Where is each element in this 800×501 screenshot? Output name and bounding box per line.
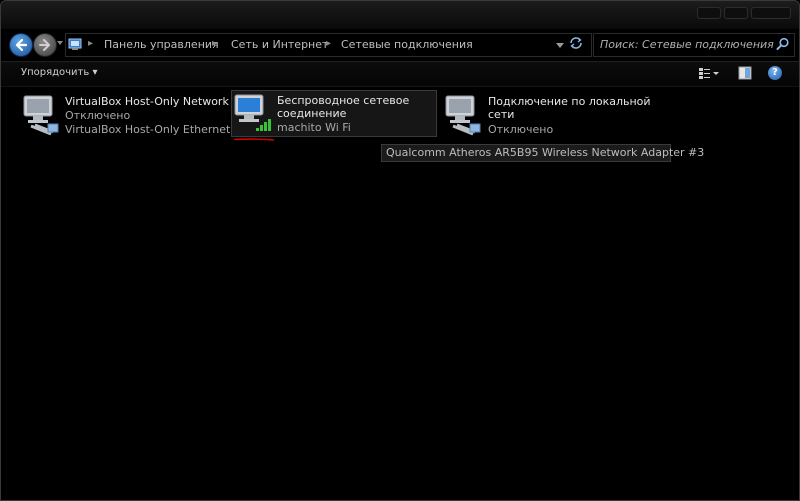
views-icon[interactable] (698, 66, 712, 80)
device-tooltip: Qualcomm Atheros AR5B95 Wireless Network… (381, 144, 704, 162)
list-item-virtualbox[interactable]: VirtualBox Host-Only Network Отключено V… (21, 92, 241, 138)
connection-status: Отключено (65, 109, 131, 122)
caption-buttons (697, 7, 791, 19)
control-panel-icon (68, 38, 82, 50)
list-item-local-connection[interactable]: Подключение по локальной сети Отключено (443, 92, 651, 138)
breadcrumb-network-connections[interactable]: Сетевые подключения (341, 38, 473, 51)
network-adapter-icon (23, 95, 59, 136)
connection-device: VirtualBox Host-Only Ethernet... (65, 123, 241, 136)
breadcrumb-separator[interactable]: ▸ (88, 38, 93, 49)
connection-name: Беспроводное сетевое соединение (277, 94, 410, 120)
refresh-icon[interactable] (569, 36, 583, 50)
breadcrumb-separator[interactable]: ▸ (326, 38, 331, 49)
breadcrumb-control-panel[interactable]: Панель управления (104, 38, 219, 51)
title-bar (1, 1, 799, 29)
maximize-button[interactable] (724, 7, 748, 19)
address-history-dropdown[interactable] (556, 43, 564, 48)
wireless-adapter-icon (234, 94, 271, 131)
command-bar: Упорядочить ▾ ? (1, 61, 799, 87)
views-dropdown-icon[interactable] (713, 66, 719, 80)
network-adapter-icon (445, 95, 481, 136)
breadcrumb-separator[interactable]: ▸ (212, 38, 217, 49)
address-row: ▸ Панель управления ▸ Сеть и Интернет ▸ … (1, 29, 799, 61)
connection-name: VirtualBox Host-Only Network (65, 95, 229, 108)
help-icon[interactable]: ? (768, 66, 782, 80)
search-placeholder: Поиск: Сетевые подключения (600, 38, 774, 51)
search-icon[interactable] (776, 37, 790, 51)
search-input[interactable]: Поиск: Сетевые подключения (593, 33, 795, 57)
back-button[interactable] (9, 33, 33, 57)
connection-network: machito Wi Fi (277, 121, 351, 134)
organize-button[interactable]: Упорядочить ▾ (21, 67, 98, 78)
address-bar[interactable]: ▸ Панель управления ▸ Сеть и Интернет ▸ … (65, 33, 592, 57)
close-button[interactable] (751, 7, 791, 19)
forward-button[interactable] (33, 33, 57, 57)
preview-pane-icon[interactable] (738, 66, 752, 80)
breadcrumb-network-internet[interactable]: Сеть и Интернет (231, 38, 328, 51)
connection-name: Подключение по локальной сети (488, 95, 651, 121)
recent-pages-dropdown[interactable] (57, 41, 63, 45)
forward-arrow-icon (39, 39, 50, 51)
explorer-window: ▸ Панель управления ▸ Сеть и Интернет ▸ … (0, 0, 800, 501)
back-arrow-icon (15, 38, 28, 52)
connection-status: Отключено (488, 123, 554, 136)
list-item-wireless[interactable]: Беспроводное сетевое соединение machito … (231, 90, 437, 137)
red-underline-mark (233, 138, 275, 141)
minimize-button[interactable] (697, 7, 721, 19)
